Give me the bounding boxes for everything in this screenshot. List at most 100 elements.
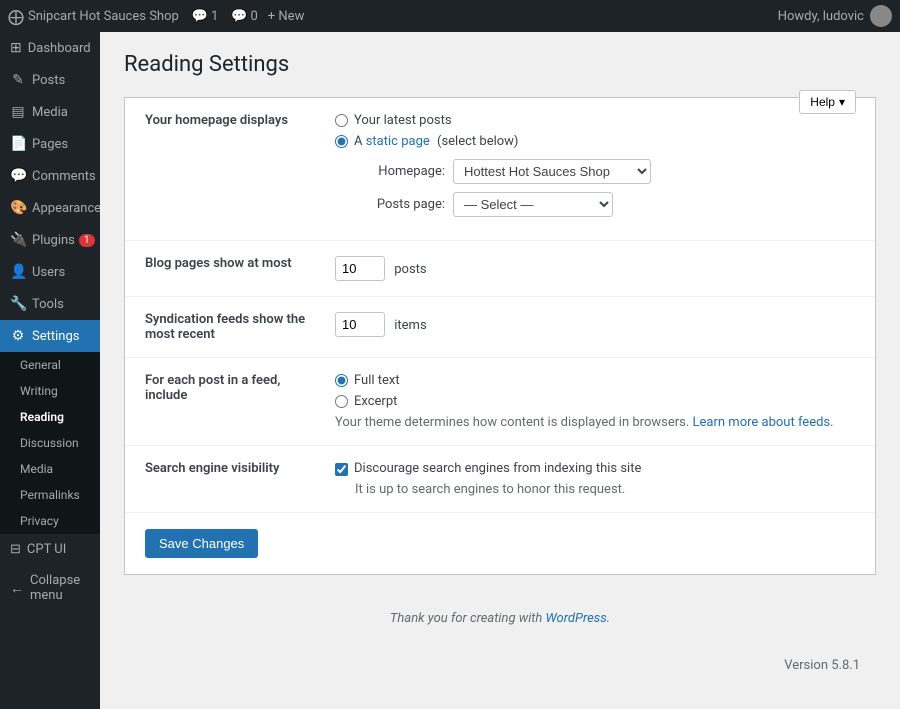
blog-pages-label: Blog pages show at most	[125, 241, 325, 297]
comment-count: 1	[211, 9, 218, 24]
radio-excerpt[interactable]: Excerpt	[335, 394, 865, 409]
blog-pages-input[interactable]	[335, 256, 385, 281]
sidebar-item-users[interactable]: 👤 Users	[0, 256, 100, 288]
update-count: 0	[250, 9, 257, 24]
radio-full-text-label: Full text	[354, 373, 400, 388]
search-engine-row: Search engine visibility Discourage sear…	[125, 446, 875, 513]
feed-note: Your theme determines how content is dis…	[335, 415, 865, 430]
footer-text: Thank you for creating with WordPress.	[124, 595, 876, 642]
dashboard-icon: ⊞	[10, 40, 22, 56]
radio-latest-posts[interactable]: Your latest posts	[335, 113, 865, 128]
submenu-item-reading[interactable]: Reading	[0, 404, 100, 430]
sidebar-item-cpt-ui[interactable]: ⊟ CPT UI	[0, 534, 100, 565]
radio-static-page-label: A static page (select below)	[354, 134, 518, 149]
submenu-item-discussion[interactable]: Discussion	[0, 430, 100, 456]
radio-static-page[interactable]: A static page (select below)	[335, 134, 865, 149]
radio-full-text-input[interactable]	[335, 374, 348, 387]
form-footer: Save Changes	[125, 513, 875, 574]
cpt-ui-icon: ⊟	[10, 542, 21, 557]
settings-submenu: General Writing Reading Discussion Media…	[0, 352, 100, 534]
help-button[interactable]: Help ▾	[799, 90, 856, 114]
blog-pages-row: Blog pages show at most posts	[125, 241, 875, 297]
plugins-badge: 1	[79, 234, 95, 247]
submenu-item-writing[interactable]: Writing	[0, 378, 100, 404]
appearance-icon: 🎨	[10, 200, 26, 216]
feed-options: Full text Excerpt Your theme determines …	[325, 358, 875, 446]
users-icon: 👤	[10, 264, 26, 280]
homepage-select-row: Homepage: Hottest Hot Sauces Shop	[355, 159, 865, 184]
posts-page-select[interactable]: — Select —	[453, 192, 613, 217]
pages-icon: 📄	[10, 136, 26, 152]
posts-page-select-row: Posts page: — Select —	[355, 192, 865, 217]
submenu-item-general[interactable]: General	[0, 352, 100, 378]
search-engine-checkbox-row: Discourage search engines from indexing …	[335, 461, 865, 476]
sidebar-item-posts[interactable]: ✎ Posts	[0, 64, 100, 96]
avatar	[870, 5, 892, 27]
radio-excerpt-input[interactable]	[335, 395, 348, 408]
sidebar-item-dashboard[interactable]: ⊞ Dashboard	[0, 32, 100, 64]
homepage-select[interactable]: Hottest Hot Sauces Shop	[453, 159, 651, 184]
sidebar-item-media[interactable]: ▤ Media	[0, 96, 100, 128]
radio-latest-posts-label: Your latest posts	[354, 113, 452, 128]
collapse-icon: ←	[10, 580, 24, 597]
feed-row: For each post in a feed, include Full te…	[125, 358, 875, 446]
radio-full-text[interactable]: Full text	[335, 373, 865, 388]
chevron-down-icon: ▾	[839, 95, 845, 109]
learn-more-feeds-link[interactable]: Learn more about feeds	[693, 415, 831, 430]
static-page-options: Homepage: Hottest Hot Sauces Shop Posts …	[355, 159, 865, 217]
submenu-item-media[interactable]: Media	[0, 456, 100, 482]
search-engine-note: It is up to search engines to honor this…	[355, 482, 865, 497]
tools-icon: 🔧	[10, 296, 26, 312]
site-name[interactable]: Snipcart Hot Sauces Shop	[28, 9, 179, 24]
sidebar-item-pages[interactable]: 📄 Pages	[0, 128, 100, 160]
comments-icon: 💬	[10, 168, 26, 184]
syndication-row: Syndication feeds show the most recent i…	[125, 297, 875, 358]
syndication-value-cell: items	[325, 297, 875, 358]
search-engine-checkbox-label: Discourage search engines from indexing …	[354, 461, 641, 476]
topbar: ⨁ Snipcart Hot Sauces Shop 💬 1 💬 0 + New…	[0, 0, 900, 32]
search-engine-options: Discourage search engines from indexing …	[325, 446, 875, 513]
main-content: Help ▾ Reading Settings Your homepage di…	[100, 32, 900, 709]
sidebar-item-comments[interactable]: 💬 Comments	[0, 160, 100, 192]
radio-latest-posts-input[interactable]	[335, 114, 348, 127]
collapse-menu-button[interactable]: ← Collapse menu	[0, 565, 100, 611]
howdy-text: Howdy, ludovic	[778, 9, 864, 24]
homepage-label: Your homepage displays	[125, 98, 325, 241]
blog-pages-value-cell: posts	[325, 241, 875, 297]
comment-count-item[interactable]: 💬 1	[189, 9, 219, 24]
new-button[interactable]: + New	[268, 9, 305, 24]
posts-icon: ✎	[10, 72, 26, 88]
sidebar-item-tools[interactable]: 🔧 Tools	[0, 288, 100, 320]
save-changes-button[interactable]: Save Changes	[145, 529, 258, 558]
submenu-item-privacy[interactable]: Privacy	[0, 508, 100, 534]
update-count-item[interactable]: 💬 0	[228, 9, 258, 24]
feed-label: For each post in a feed, include	[125, 358, 325, 446]
comment-icon: 💬	[192, 9, 208, 24]
homepage-options: Your latest posts A static page (select …	[325, 98, 875, 241]
posts-page-select-label: Posts page:	[355, 197, 445, 212]
sidebar-item-settings[interactable]: ⚙ Settings	[0, 320, 100, 352]
blog-pages-suffix: posts	[394, 262, 426, 277]
search-engine-label: Search engine visibility	[125, 446, 325, 513]
submenu-item-permalinks[interactable]: Permalinks	[0, 482, 100, 508]
sidebar-item-plugins[interactable]: 🔌 Plugins 1	[0, 224, 100, 256]
wordpress-link[interactable]: WordPress	[546, 611, 607, 626]
homepage-row: Your homepage displays Your latest posts…	[125, 98, 875, 241]
static-page-link[interactable]: static page	[366, 134, 430, 149]
settings-form: Your homepage displays Your latest posts…	[124, 97, 876, 575]
plugins-icon: 🔌	[10, 232, 26, 248]
sidebar: ⊞ Dashboard ✎ Posts ▤ Media 📄 Pages 💬 Co…	[0, 32, 100, 709]
syndication-suffix: items	[394, 318, 426, 333]
syndication-label: Syndication feeds show the most recent	[125, 297, 325, 358]
update-icon: 💬	[231, 9, 247, 24]
homepage-select-label: Homepage:	[355, 164, 445, 179]
radio-static-page-input[interactable]	[335, 135, 348, 148]
radio-excerpt-label: Excerpt	[354, 394, 397, 409]
syndication-input[interactable]	[335, 312, 385, 337]
page-title: Reading Settings	[124, 52, 876, 77]
page-footer: Thank you for creating with WordPress. V…	[124, 595, 876, 689]
settings-icon: ⚙	[10, 328, 26, 344]
search-engine-checkbox[interactable]	[335, 463, 348, 476]
version-text: Version 5.8.1	[768, 642, 876, 689]
sidebar-item-appearance[interactable]: 🎨 Appearance	[0, 192, 100, 224]
